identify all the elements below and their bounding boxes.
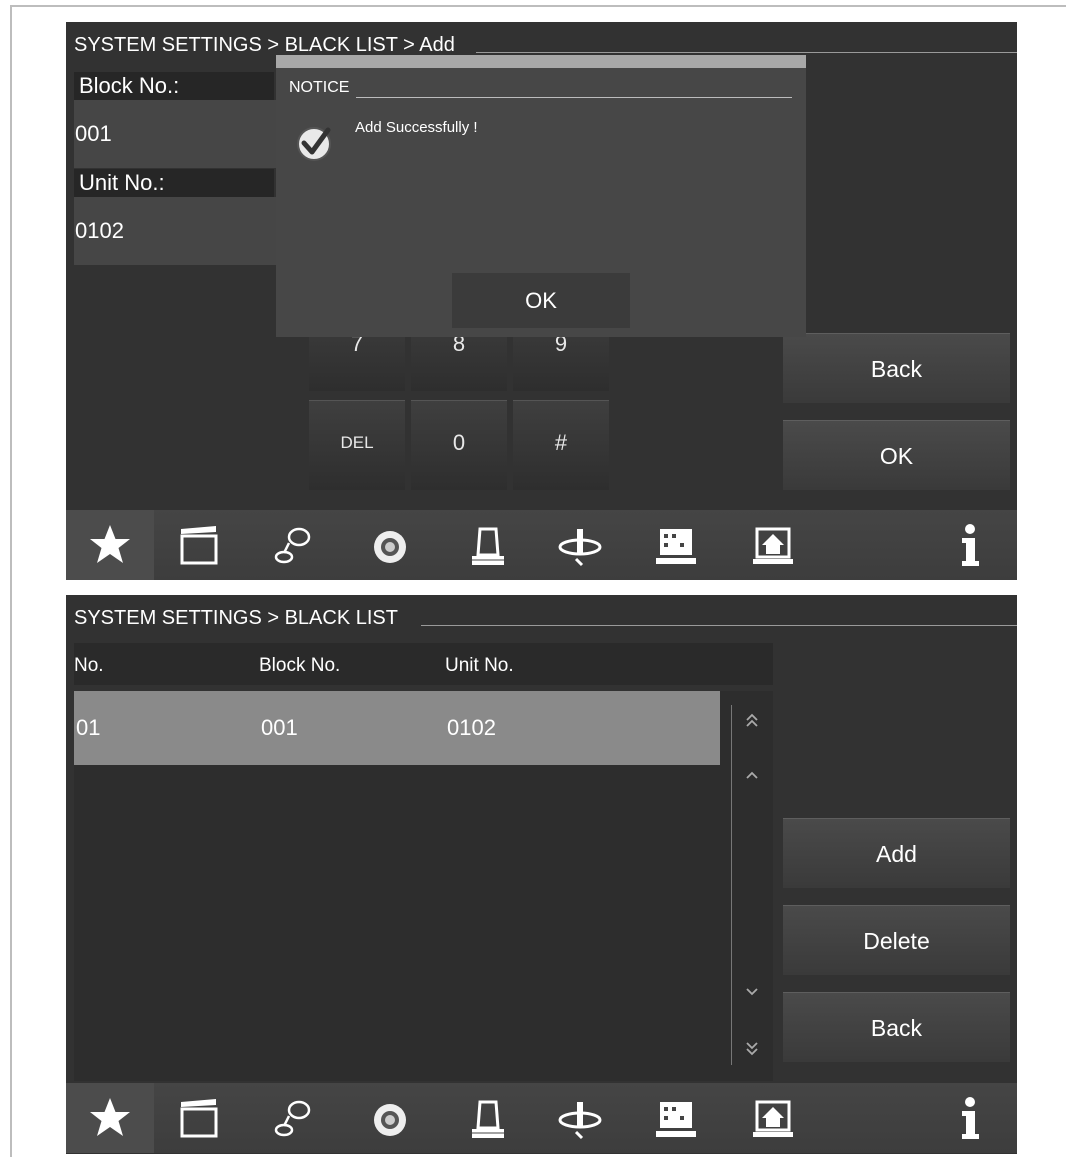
add-blacklist-screen: SYSTEM SETTINGS > BLACK LIST > Add Block… (66, 22, 1017, 580)
block-no-label: Block No.: (74, 72, 274, 100)
delete-button[interactable]: Delete (783, 905, 1010, 975)
home-icon[interactable] (749, 521, 797, 569)
column-header-no: No. (74, 655, 104, 676)
favorites-tab[interactable] (66, 1083, 154, 1153)
up-icon[interactable] (742, 766, 762, 786)
key-hash[interactable]: # (513, 400, 609, 490)
info-icon[interactable] (946, 1094, 994, 1142)
title-underline (421, 625, 1017, 626)
breadcrumb: SYSTEM SETTINGS > BLACK LIST > Add (74, 34, 455, 56)
cell-no: 01 (76, 715, 101, 740)
double-up-icon[interactable] (742, 711, 762, 731)
table-header (74, 643, 773, 685)
unit-no-label: Unit No.: (74, 169, 274, 197)
intercom-icon[interactable] (271, 521, 319, 569)
unit-no-input[interactable]: 0102 (74, 197, 294, 265)
lift-icon[interactable] (556, 521, 604, 569)
cell-unit: 0102 (447, 715, 496, 740)
table-row[interactable]: 01 001 0102 (74, 691, 720, 765)
back-button[interactable]: Back (783, 992, 1010, 1062)
column-header-block: Block No. (259, 655, 341, 676)
building-icon[interactable] (652, 521, 700, 569)
dialog-message: Add Successfully ! (355, 119, 478, 136)
favorites-tab[interactable] (66, 510, 154, 580)
breadcrumb: SYSTEM SETTINGS > BLACK LIST (74, 607, 398, 629)
cell-block: 001 (261, 715, 298, 740)
lift-icon[interactable] (556, 1094, 604, 1142)
dialog-ok-button[interactable]: OK (452, 273, 630, 328)
block-no-input[interactable]: 001 (74, 100, 294, 168)
back-button[interactable]: Back (783, 333, 1010, 403)
camera-icon[interactable] (366, 521, 414, 569)
camera-icon[interactable] (366, 1094, 414, 1142)
dialog-title: NOTICE (289, 79, 350, 96)
add-button[interactable]: Add (783, 818, 1010, 888)
key-del[interactable]: DEL (309, 400, 405, 490)
star-icon (90, 1098, 130, 1136)
clapper-icon[interactable] (176, 521, 224, 569)
dialog-divider (356, 97, 792, 98)
notice-dialog: NOTICE Add Successfully ! OK (276, 55, 806, 337)
taskbar (66, 1083, 1017, 1153)
intercom-icon[interactable] (271, 1094, 319, 1142)
frame-border-top (10, 5, 1066, 7)
alarm-icon[interactable] (464, 521, 512, 569)
dialog-title-bar (276, 55, 806, 68)
scroll-track (731, 705, 732, 1065)
info-icon[interactable] (946, 521, 994, 569)
key-0[interactable]: 0 (411, 400, 507, 490)
frame-border-left (10, 5, 12, 1157)
home-icon[interactable] (749, 1094, 797, 1142)
down-icon[interactable] (742, 981, 762, 1001)
building-icon[interactable] (652, 1094, 700, 1142)
taskbar (66, 510, 1017, 580)
star-icon (90, 525, 130, 563)
scrollbar[interactable] (720, 691, 773, 1081)
check-icon (297, 127, 331, 161)
ok-button[interactable]: OK (783, 420, 1010, 490)
clapper-icon[interactable] (176, 1094, 224, 1142)
blacklist-screen: SYSTEM SETTINGS > BLACK LIST No. Block N… (66, 595, 1017, 1154)
alarm-icon[interactable] (464, 1094, 512, 1142)
double-down-icon[interactable] (742, 1038, 762, 1058)
column-header-unit: Unit No. (445, 655, 514, 676)
list-area (74, 765, 720, 1081)
title-underline (476, 52, 1017, 53)
